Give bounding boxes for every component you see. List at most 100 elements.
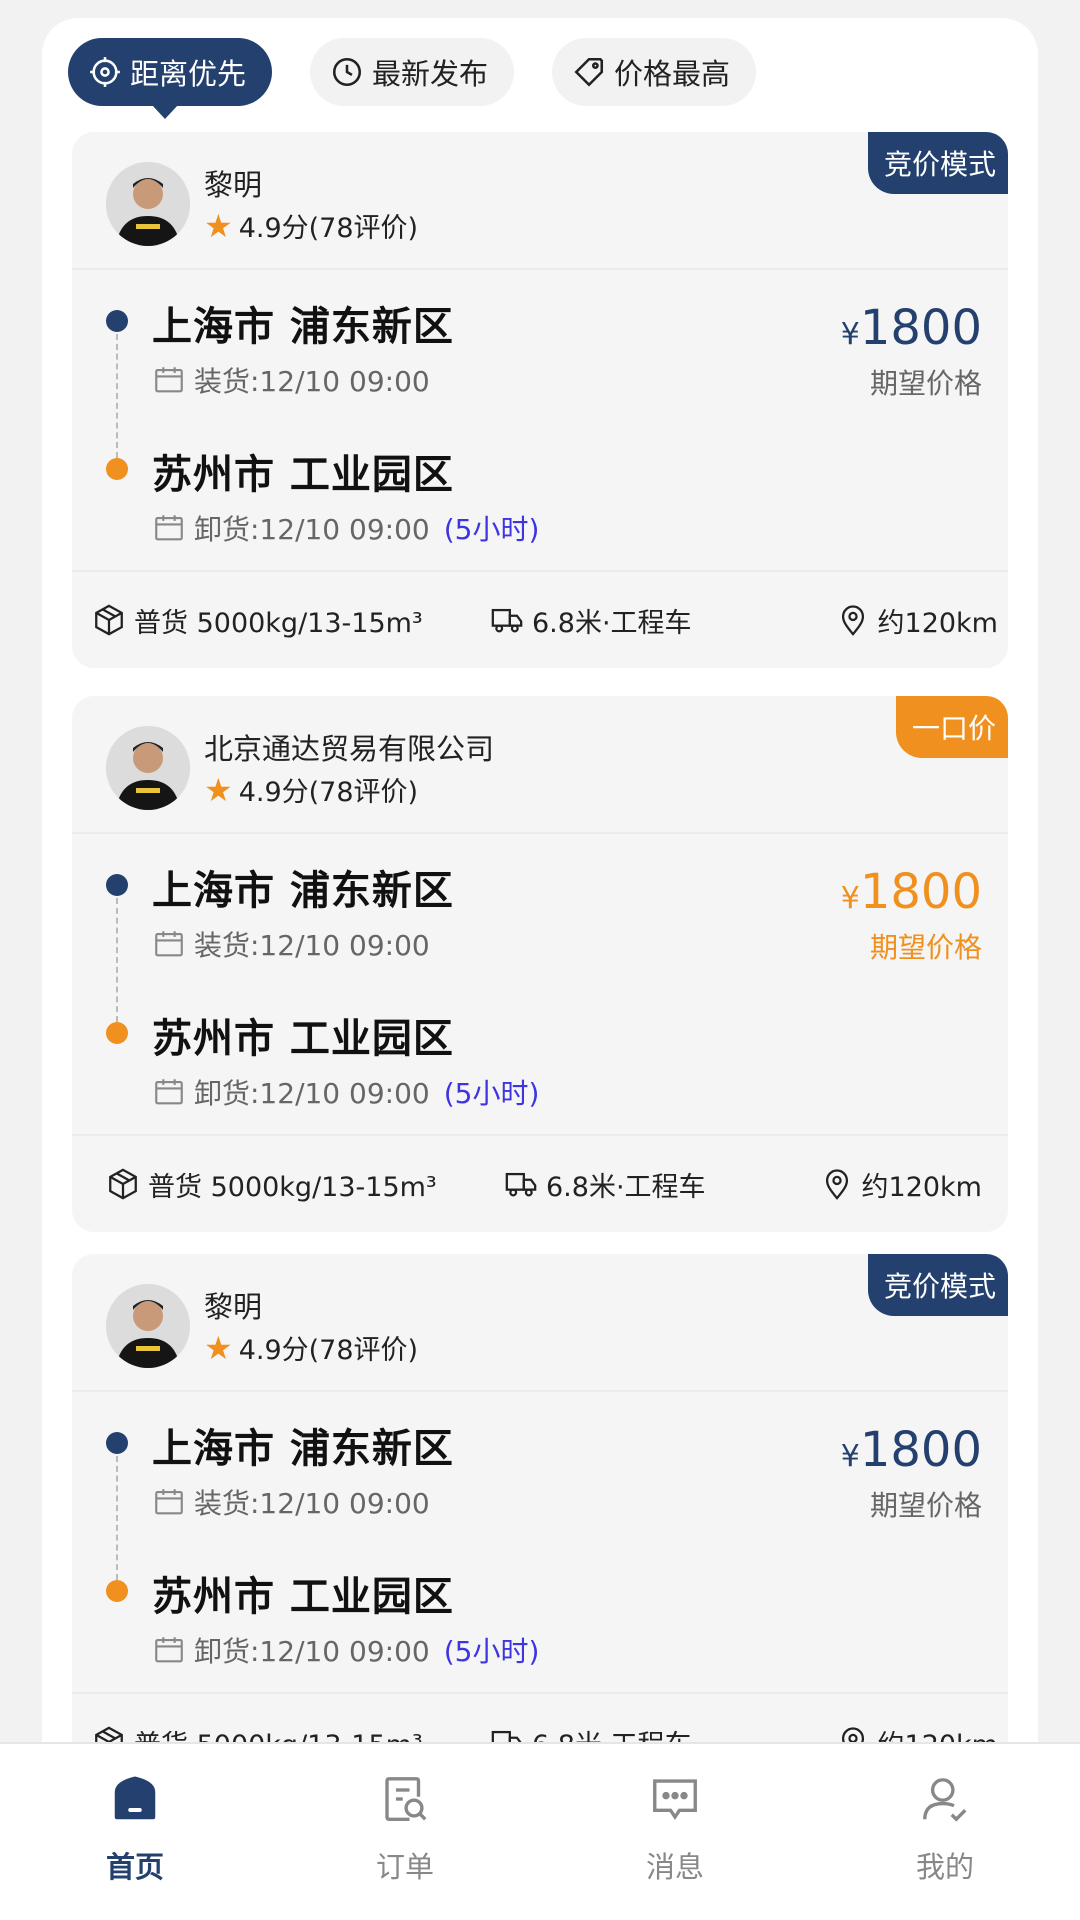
currency-symbol: ¥	[840, 881, 860, 916]
truck-icon	[491, 608, 523, 633]
origin-dot-icon	[106, 310, 128, 332]
sort-tab-distance[interactable]: 距离优先	[68, 38, 273, 119]
rating-text: 4.9分(78评价)	[238, 1335, 419, 1366]
goods-text: 普货 5000kg/13-15m³	[148, 1171, 437, 1203]
nav-label: 首页	[105, 1850, 164, 1884]
freight-card[interactable]: 黎明 ★ 4.9分(78评价) 竞价模式 上海市 浦东新区 装货:12/10 0…	[72, 132, 1008, 668]
mode-badge: 一口价	[895, 696, 1008, 758]
sort-tab-label: 距离优先	[130, 57, 247, 91]
origin-city: 上海市 浦东新区	[152, 868, 454, 914]
freight-card[interactable]: 黎明 ★ 4.9分(78评价) 竞价模式 上海市 浦东新区 装货:12/10 0…	[72, 1254, 1008, 1778]
goods-spec: 普货 5000kg/13-15m³	[106, 1165, 437, 1204]
package-icon	[95, 604, 123, 636]
distance-spec: 约120km	[820, 1165, 982, 1204]
nav-item-orders[interactable]: 订单	[270, 1744, 540, 1920]
origin-city: 上海市 浦东新区	[152, 304, 454, 350]
distance-spec: 约120km	[836, 601, 998, 640]
unload-time: 卸货:12/10 09:00	[194, 1635, 430, 1668]
avatar	[106, 162, 190, 246]
route: 上海市 浦东新区 装货:12/10 09:00 苏州市 工业园区 卸货:12/1…	[72, 1392, 1008, 1694]
calendar-icon	[155, 1637, 183, 1663]
location-pin-icon	[825, 1169, 848, 1200]
nav-item-home[interactable]: 首页	[0, 1744, 270, 1920]
sort-tab-label: 价格最高	[614, 57, 731, 91]
mode-badge: 竞价模式	[867, 1254, 1008, 1316]
order-search-icon	[385, 1777, 427, 1821]
distance-text: 约120km	[861, 1171, 982, 1203]
price-block: ¥1800 期望价格	[841, 864, 982, 966]
unload-time: 卸货:12/10 09:00	[194, 513, 430, 546]
crosshair-icon	[90, 57, 120, 87]
card-header: 黎明 ★ 4.9分(78评价) 竞价模式	[72, 1254, 1008, 1392]
goods-text: 普货 5000kg/13-15m³	[134, 607, 423, 639]
rating-text: 4.9分(78评价)	[238, 777, 419, 808]
load-time-row: 装货:12/10 09:00	[152, 1482, 430, 1522]
nav-item-messages[interactable]: 消息	[540, 1744, 810, 1920]
duration: (5小时)	[443, 1635, 540, 1668]
load-time: 装货:12/10 09:00	[194, 365, 430, 398]
specs-row: 普货 5000kg/13-15m³ 6.8米·工程车 约120km	[72, 1136, 1008, 1232]
calendar-icon	[155, 1489, 183, 1515]
order-list-panel: 距离优先 最新发布 价格最高 黎明 ★ 4.9分(78评价) 竞价模式 上海市 …	[42, 18, 1038, 1778]
truck-spec: 6.8米·工程车	[490, 601, 692, 640]
duration: (5小时)	[443, 1077, 540, 1110]
route-line	[116, 1456, 118, 1580]
sort-tab-price[interactable]: 价格最高	[552, 38, 757, 106]
truck-spec: 6.8米·工程车	[504, 1165, 706, 1204]
rating: ★ 4.9分(78评价)	[204, 1328, 418, 1367]
price-block: ¥1800 期望价格	[841, 300, 982, 402]
package-icon	[109, 1168, 137, 1200]
price-block: ¥1800 期望价格	[841, 1422, 982, 1524]
load-time: 装货:12/10 09:00	[194, 929, 430, 962]
price-value: 1800	[859, 864, 982, 920]
sort-bar: 距离优先 最新发布 价格最高	[68, 38, 757, 119]
destination-dot-icon	[106, 1022, 128, 1044]
sort-tab-label: 最新发布	[372, 57, 489, 91]
distance-text: 约120km	[877, 607, 998, 639]
truck-icon	[505, 1172, 537, 1197]
card-header: 黎明 ★ 4.9分(78评价) 竞价模式	[72, 132, 1008, 270]
duration: (5小时)	[443, 513, 540, 546]
route: 上海市 浦东新区 装货:12/10 09:00 苏州市 工业园区 卸货:12/1…	[72, 834, 1008, 1136]
price-tag-icon	[574, 57, 604, 87]
nav-label: 消息	[645, 1850, 704, 1884]
sort-tab-latest[interactable]: 最新发布	[310, 38, 515, 106]
load-time: 装货:12/10 09:00	[194, 1487, 430, 1520]
message-icon	[653, 1779, 697, 1821]
truck-text: 6.8米·工程车	[546, 1171, 706, 1203]
destination-city: 苏州市 工业园区	[152, 1016, 454, 1062]
price-label: 期望价格	[869, 367, 982, 400]
avatar	[106, 1284, 190, 1368]
calendar-icon	[155, 515, 183, 541]
goods-spec: 普货 5000kg/13-15m³	[92, 601, 423, 640]
destination-city: 苏州市 工业园区	[152, 452, 454, 498]
freight-card[interactable]: 北京通达贸易有限公司 ★ 4.9分(78评价) 一口价 上海市 浦东新区 装货:…	[72, 696, 1008, 1232]
currency-symbol: ¥	[840, 317, 860, 352]
unload-time-row: 卸货:12/10 09:00 (5小时)	[152, 508, 539, 548]
nav-label: 订单	[375, 1850, 434, 1884]
destination-dot-icon	[106, 458, 128, 480]
sender-name: 黎明	[204, 1290, 263, 1324]
rating: ★ 4.9分(78评价)	[204, 770, 418, 809]
load-time-row: 装货:12/10 09:00	[152, 360, 430, 400]
origin-dot-icon	[106, 874, 128, 896]
avatar	[106, 726, 190, 810]
star-icon: ★	[204, 206, 233, 245]
clock-icon	[332, 57, 362, 87]
profile-icon	[923, 1778, 967, 1822]
unload-time: 卸货:12/10 09:00	[194, 1077, 430, 1110]
calendar-icon	[155, 1079, 183, 1105]
bottom-nav: 首页 订单 消息 我的	[0, 1742, 1080, 1920]
route-line	[116, 898, 118, 1022]
load-time-row: 装货:12/10 09:00	[152, 924, 430, 964]
home-icon	[114, 1776, 156, 1820]
route: 上海市 浦东新区 装货:12/10 09:00 苏州市 工业园区 卸货:12/1…	[72, 270, 1008, 572]
star-icon: ★	[204, 1328, 233, 1367]
nav-item-profile[interactable]: 我的	[810, 1744, 1080, 1920]
price-value: 1800	[859, 1422, 982, 1478]
price-value: 1800	[859, 300, 982, 356]
destination-dot-icon	[106, 1580, 128, 1602]
price-label: 期望价格	[869, 1489, 982, 1522]
currency-symbol: ¥	[840, 1439, 860, 1474]
route-line	[116, 334, 118, 458]
